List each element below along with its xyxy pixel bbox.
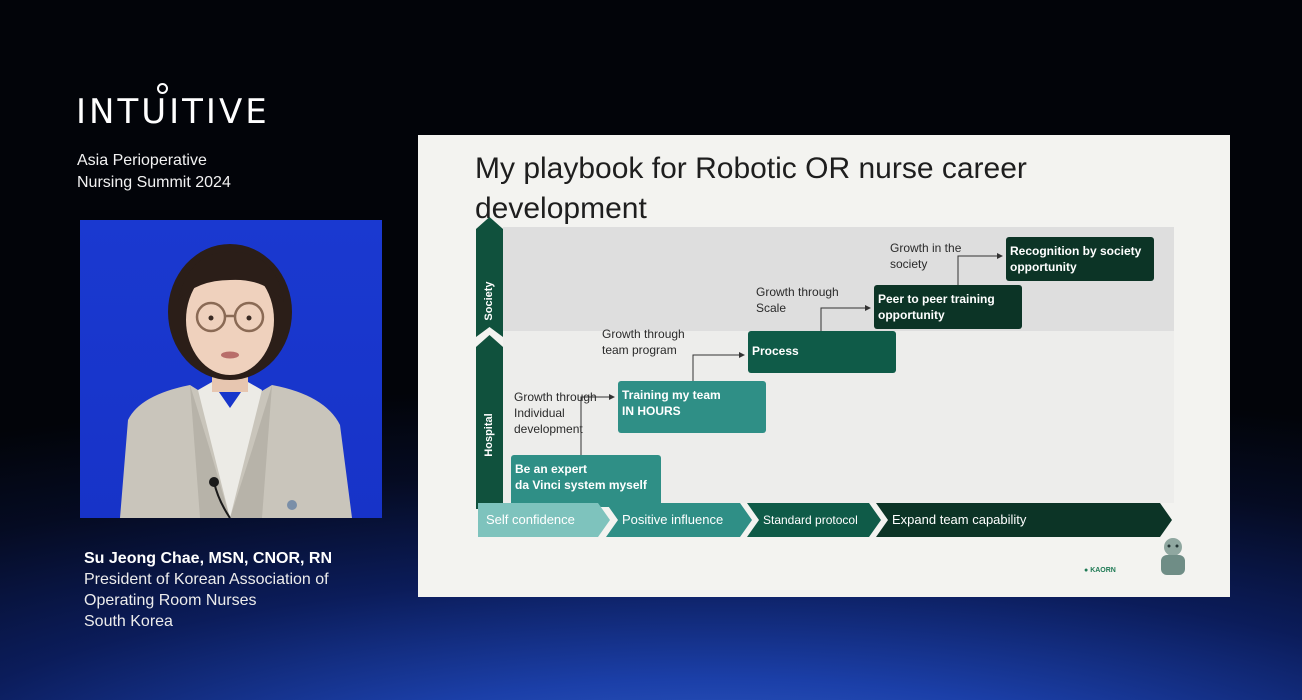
- speaker-info: Su Jeong Chae, MSN, CNOR, RN President o…: [84, 548, 384, 632]
- mascot-icon: [1161, 538, 1185, 575]
- step-box-training: Training my team IN HOURS: [618, 381, 766, 433]
- timeline-expand-team: Expand team capability: [876, 503, 1172, 537]
- step-box-expert: Be an expert da Vinci system myself: [511, 455, 661, 507]
- connector-label-society: Growth in the society: [890, 241, 962, 271]
- connector-label-scale: Growth through Scale: [756, 285, 839, 315]
- speaker-portrait: [120, 244, 352, 518]
- step-box-process: Process: [748, 331, 896, 373]
- kaorn-logo: ● KAORN: [1084, 567, 1116, 574]
- step-box-peer: Peer to peer training opportunity: [874, 285, 1022, 329]
- connector-label-team: Growth through team program: [602, 327, 685, 357]
- timeline-positive-influence: Positive influence: [606, 503, 752, 537]
- speaker-country: South Korea: [84, 613, 173, 630]
- speaker-name: Su Jeong Chae, MSN, CNOR, RN: [84, 550, 333, 567]
- connector-label-individual: Growth through Individual development: [514, 390, 597, 436]
- timeline-standard-protocol: Standard protocol: [747, 503, 881, 537]
- presentation-slide: My playbook for Robotic OR nurse career …: [418, 135, 1230, 597]
- speaker-video: [80, 220, 382, 518]
- kaorn-logo-icon: ●: [1084, 567, 1089, 574]
- event-name: Asia Perioperative Nursing Summit 2024: [77, 152, 231, 191]
- intuitive-logo: INTUITIVE: [76, 83, 270, 132]
- connector-4: [957, 253, 1003, 285]
- connector-2: [692, 352, 745, 381]
- step-box-recognition: Recognition by society opportunity: [1006, 237, 1154, 281]
- speaker-title: President of Korean Association of: [84, 571, 329, 588]
- logo-dot-icon: [157, 83, 168, 94]
- speaker-title-cont: Operating Room Nurses: [84, 592, 257, 609]
- timeline-self-confidence: Self confidence: [478, 503, 610, 537]
